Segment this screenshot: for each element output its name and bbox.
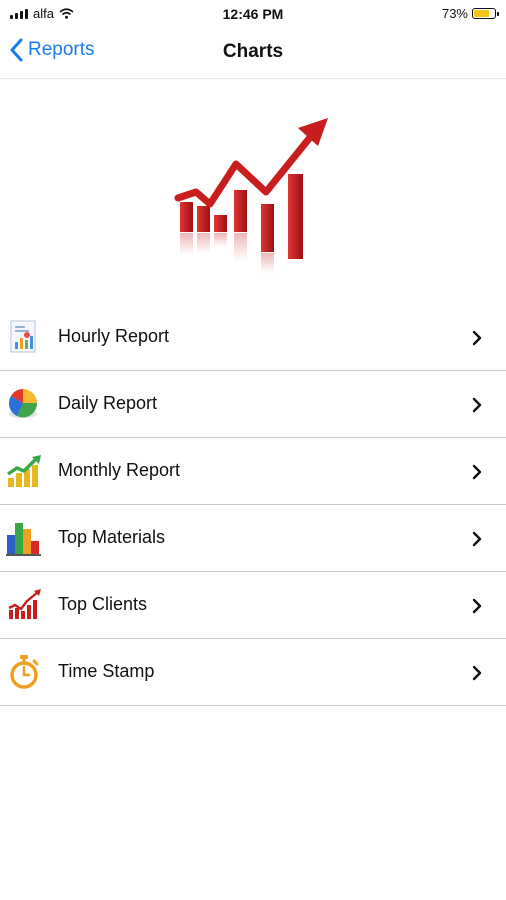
nav-bar: Reports Charts bbox=[0, 28, 506, 79]
list-item-label: Top Materials bbox=[58, 527, 166, 547]
status-bar-right: 73% bbox=[441, 6, 499, 21]
list-item-label: Time Stamp bbox=[58, 661, 155, 681]
report-list: Hourly Report Daily Report Monthly Repor… bbox=[0, 304, 506, 706]
hourly-report-icon bbox=[10, 320, 36, 353]
chevron-right-icon bbox=[472, 464, 482, 480]
battery-icon bbox=[472, 8, 499, 19]
chevron-right-icon bbox=[472, 330, 482, 346]
status-time: 12:46 PM bbox=[222, 6, 284, 22]
list-item-time-stamp[interactable]: Time Stamp bbox=[0, 639, 506, 706]
list-item-daily-report[interactable]: Daily Report bbox=[0, 371, 506, 438]
status-bar: alfa 12:46 PM 73% bbox=[0, 0, 506, 28]
list-item-hourly-report[interactable]: Hourly Report bbox=[0, 304, 506, 371]
battery-percent: 73% bbox=[441, 6, 468, 21]
list-item-label: Top Clients bbox=[58, 594, 148, 614]
chevron-right-icon bbox=[472, 397, 482, 413]
list-item-monthly-report[interactable]: Monthly Report bbox=[0, 438, 506, 505]
growth-chart-icon bbox=[174, 118, 328, 273]
list-item-label: Daily Report bbox=[58, 393, 158, 413]
growth-bars-icon bbox=[7, 455, 41, 487]
list-item-top-materials[interactable]: Top Materials bbox=[0, 505, 506, 572]
trend-chart-icon bbox=[8, 589, 41, 619]
page-title: Charts bbox=[222, 41, 284, 62]
pie-chart-icon bbox=[8, 389, 38, 418]
list-item-top-clients[interactable]: Top Clients bbox=[0, 572, 506, 639]
chevron-right-icon bbox=[472, 665, 482, 681]
bar-chart-icon bbox=[6, 523, 41, 556]
chevron-right-icon bbox=[472, 531, 482, 547]
chevron-right-icon bbox=[472, 598, 482, 614]
list-item-label: Monthly Report bbox=[58, 460, 181, 480]
list-item-label: Hourly Report bbox=[58, 326, 170, 346]
stopwatch-icon bbox=[10, 655, 39, 689]
